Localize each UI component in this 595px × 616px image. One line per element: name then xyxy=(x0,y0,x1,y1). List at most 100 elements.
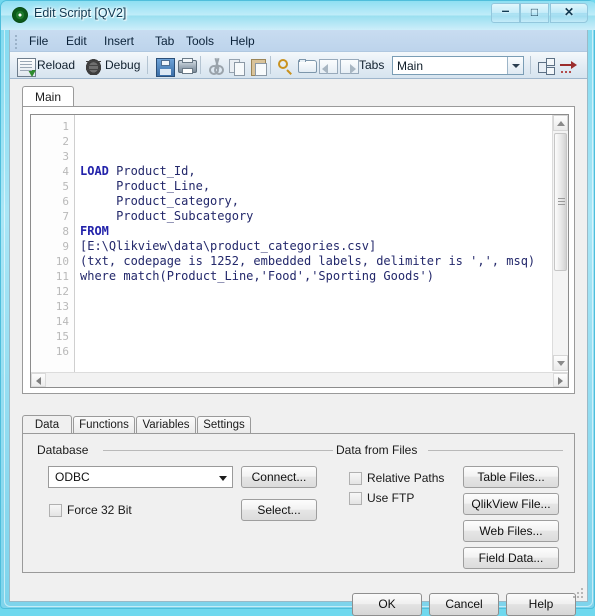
tab-settings[interactable]: Settings xyxy=(197,416,251,434)
tabs-combo[interactable]: Main xyxy=(392,56,524,75)
search-icon xyxy=(277,58,294,75)
connect-button[interactable]: Connect... xyxy=(241,466,317,488)
scroll-up-icon[interactable] xyxy=(553,115,568,131)
reload-icon xyxy=(17,58,36,77)
scroll-right-icon[interactable] xyxy=(553,373,568,387)
debug-label: Debug xyxy=(105,58,141,72)
chevron-down-icon[interactable] xyxy=(507,57,523,74)
next-tab-button[interactable] xyxy=(338,55,359,76)
copy-button[interactable] xyxy=(227,55,247,76)
print-button[interactable] xyxy=(176,55,197,76)
title-bar: Edit Script [QV2] – □ ✕ xyxy=(1,1,595,30)
database-group-label: Database xyxy=(37,443,89,457)
code-line: Product_Line, xyxy=(80,179,210,194)
code-token: Product_category, xyxy=(80,194,239,208)
script-editor[interactable]: 1 2 3 4 5 6 7 8 9 10 11 12 13 14 15 16 LOAD Product_Id,… xyxy=(30,114,569,388)
code-line: FROM xyxy=(80,224,109,239)
qlikview-logo-icon xyxy=(12,7,28,23)
code-token: [E:\Qlikview\data\product_categories.csv… xyxy=(80,239,377,253)
save-icon xyxy=(156,58,175,77)
goto-icon xyxy=(560,58,577,75)
previous-tab-button[interactable] xyxy=(317,55,338,76)
line-number: 2 xyxy=(62,135,69,148)
editor-vertical-scrollbar[interactable] xyxy=(552,115,568,371)
print-icon xyxy=(178,58,197,74)
script-tab-strip: Main xyxy=(22,86,575,108)
line-number: 1 xyxy=(62,120,69,133)
resize-grip[interactable] xyxy=(571,586,583,598)
close-button[interactable]: ✕ xyxy=(550,3,588,23)
scroll-left-icon[interactable] xyxy=(31,373,46,387)
next-tab-icon xyxy=(340,59,359,74)
use-ftp-label: Use FTP xyxy=(367,491,415,505)
data-tab-panel: Database ODBC Connect... Force 32 Bit Se… xyxy=(22,433,575,573)
window-frame: Edit Script [QV2] – □ ✕ File Edit Insert… xyxy=(0,0,595,616)
vertical-scroll-thumb[interactable] xyxy=(554,133,567,271)
code-token: Product_Line, xyxy=(80,179,211,193)
paste-button[interactable] xyxy=(248,55,268,76)
code-line: where match(Product_Line,'Food','Sportin… xyxy=(80,269,434,284)
tab-data[interactable]: Data xyxy=(22,415,72,435)
toolbar-separator-2 xyxy=(200,56,201,74)
script-tab-main[interactable]: Main xyxy=(22,86,74,107)
database-type-value: ODBC xyxy=(55,470,90,484)
scroll-down-icon[interactable] xyxy=(553,355,568,371)
open-folder-icon xyxy=(298,59,317,73)
minimize-icon: – xyxy=(501,2,510,18)
line-number: 9 xyxy=(62,240,69,253)
line-number: 10 xyxy=(55,255,69,268)
code-area[interactable]: LOAD Product_Id, Product_Line, Product_c… xyxy=(76,115,551,371)
line-number: 4 xyxy=(62,165,69,178)
menu-insert[interactable]: Insert xyxy=(99,33,139,49)
field-data-button[interactable]: Field Data... xyxy=(463,547,559,569)
menu-file[interactable]: File xyxy=(24,33,53,49)
cut-button[interactable] xyxy=(206,55,226,76)
code-token: where match(Product_Line,'Food','Sportin… xyxy=(80,269,435,283)
code-token: Product_Subcategory xyxy=(80,209,254,223)
save-button[interactable] xyxy=(154,55,175,77)
use-ftp-checkbox[interactable] xyxy=(349,492,362,505)
line-number: 12 xyxy=(55,285,69,298)
ok-button[interactable]: OK xyxy=(352,593,422,616)
qlikview-file-button[interactable]: QlikView File... xyxy=(463,493,559,515)
menu-help[interactable]: Help xyxy=(225,33,260,49)
database-group-line xyxy=(103,450,333,451)
debug-icon xyxy=(85,58,102,75)
search-button[interactable] xyxy=(275,55,295,76)
code-line: Product_category, xyxy=(80,194,239,209)
line-number: 14 xyxy=(55,315,69,328)
relative-paths-checkbox[interactable] xyxy=(349,472,362,485)
minimize-button[interactable]: – xyxy=(491,2,520,23)
editor-horizontal-scrollbar[interactable] xyxy=(31,372,568,387)
cancel-button[interactable]: Cancel xyxy=(429,593,499,616)
table-files-button[interactable]: Table Files... xyxy=(463,466,559,488)
maximize-icon: □ xyxy=(530,5,539,19)
window-title: Edit Script [QV2] xyxy=(34,6,127,20)
line-number: 13 xyxy=(55,300,69,313)
goto-button[interactable] xyxy=(558,55,578,76)
toolbar-separator-4 xyxy=(530,56,531,74)
chevron-down-icon[interactable] xyxy=(219,476,227,481)
menu-edit[interactable]: Edit xyxy=(61,33,92,49)
maximize-button[interactable]: □ xyxy=(520,3,549,23)
menu-tools[interactable]: Tools xyxy=(181,33,219,49)
reload-label: Reload xyxy=(37,58,76,72)
menu-bar: File Edit Insert Tab Tools Help xyxy=(10,30,587,52)
line-number: 8 xyxy=(62,225,69,238)
force-32-bit-checkbox[interactable] xyxy=(49,504,62,517)
menu-tab[interactable]: Tab xyxy=(150,33,179,49)
tab-functions[interactable]: Functions xyxy=(73,416,135,434)
paste-icon xyxy=(250,58,267,76)
code-line: (txt, codepage is 1252, embedded labels,… xyxy=(80,254,535,269)
open-folder-button[interactable] xyxy=(296,55,317,76)
code-token: FROM xyxy=(80,224,109,238)
tab-variables[interactable]: Variables xyxy=(136,416,196,434)
organize-tabs-icon xyxy=(538,58,555,75)
database-type-combo[interactable]: ODBC xyxy=(48,466,233,488)
cut-icon xyxy=(208,58,225,75)
organize-tabs-button[interactable] xyxy=(536,55,556,76)
close-icon: ✕ xyxy=(563,5,575,19)
web-files-button[interactable]: Web Files... xyxy=(463,520,559,542)
help-button[interactable]: Help xyxy=(506,593,576,616)
select-button[interactable]: Select... xyxy=(241,499,317,521)
